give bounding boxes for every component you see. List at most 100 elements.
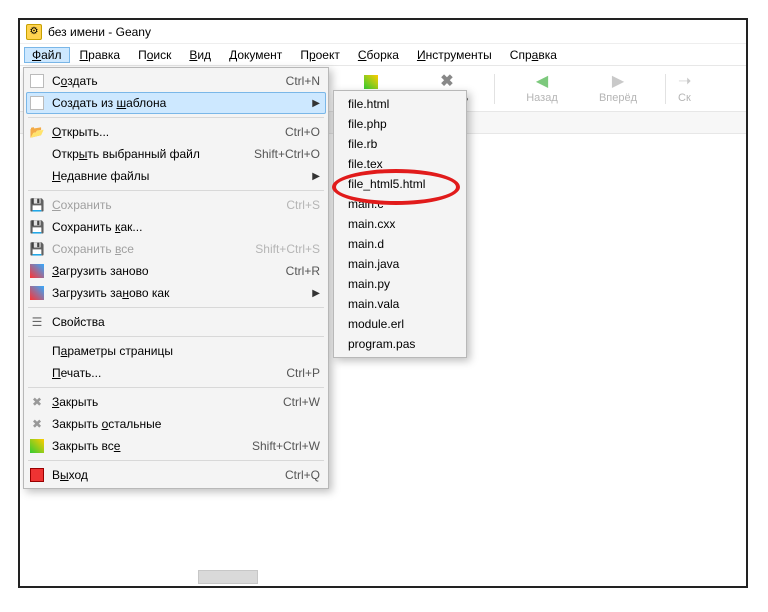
menu-item-label: Параметры страницы (52, 344, 320, 358)
toolbar-separator (494, 74, 495, 104)
new-file-icon (28, 95, 46, 111)
menu-item-недавние-файлы[interactable]: Недавние файлы▶ (26, 165, 326, 187)
reload-icon (28, 263, 46, 279)
menu-item-label: Сохранить как... (52, 220, 320, 234)
menu-item-label: Печать... (52, 366, 274, 380)
menu-инструменты[interactable]: Инструменты (409, 47, 500, 63)
menu-item-label: Сохранить все (52, 242, 243, 256)
menu-item-label: Закрыть (52, 395, 271, 409)
menu-item-открыть[interactable]: 📂Открыть...Ctrl+O (26, 121, 326, 143)
menu-shortcut: Ctrl+S (286, 198, 320, 212)
blank-icon (28, 146, 46, 162)
geany-window: ⚙ без имени - Geany ФайлПравкаПоискВидДо… (18, 18, 748, 588)
menu-item-закрыть[interactable]: ✖ Закрыть Ctrl+W (26, 391, 326, 413)
arrow-right-icon: ▶ (612, 74, 624, 90)
menu-item-label: Создать (52, 74, 274, 88)
save-icon: 💾 (28, 241, 46, 257)
menu-shortcut: Shift+Ctrl+S (255, 242, 320, 256)
menu-separator (28, 117, 324, 118)
menu-правка[interactable]: Правка (72, 47, 129, 63)
menu-item-label: Выход (52, 468, 273, 482)
menu-item-создать-из-шаблона[interactable]: Создать из шаблона▶ (26, 92, 326, 114)
unknown-icon (364, 75, 378, 89)
template-item-program-pas[interactable]: program.pas (336, 334, 464, 354)
blank-icon (28, 168, 46, 184)
reload-icon (28, 285, 46, 301)
menu-item-сохранить-все: 💾 Сохранить все Shift+Ctrl+S (26, 238, 326, 260)
template-item-main-c[interactable]: main.c (336, 194, 464, 214)
template-item-file-html[interactable]: file.html (336, 94, 464, 114)
menu-item-label: Создать из шаблона (52, 96, 304, 110)
menu-вид[interactable]: Вид (181, 47, 219, 63)
menu-item-параметры-страницы[interactable]: Параметры страницы (26, 340, 326, 362)
menu-документ[interactable]: Документ (221, 47, 290, 63)
template-item-file-php[interactable]: file.php (336, 114, 464, 134)
menu-item-печать[interactable]: Печать... Ctrl+P (26, 362, 326, 384)
menu-shortcut: Ctrl+O (285, 125, 320, 139)
new-file-icon (28, 73, 46, 89)
template-item-main-py[interactable]: main.py (336, 274, 464, 294)
toolbar-separator (665, 74, 666, 104)
menu-item-label: Закрыть все (52, 439, 240, 453)
save-icon: 💾 (28, 219, 46, 235)
menu-сборка[interactable]: Сборка (350, 47, 407, 63)
menu-справка[interactable]: Справка (502, 47, 565, 63)
template-item-module-erl[interactable]: module.erl (336, 314, 464, 334)
menu-item-создать[interactable]: Создать Ctrl+N (26, 70, 326, 92)
jump-icon: ➝ (678, 74, 691, 90)
template-item-file-tex[interactable]: file.tex (336, 154, 464, 174)
template-item-file_html5-html[interactable]: file_html5.html (336, 174, 464, 194)
menu-item-загрузить-заново-как[interactable]: Загрузить заново как ▶ (26, 282, 326, 304)
menu-item-сохранить-как[interactable]: 💾 Сохранить как... (26, 216, 326, 238)
menu-поиск[interactable]: Поиск (130, 47, 179, 63)
geany-app-icon: ⚙ (26, 24, 42, 40)
menu-separator (28, 460, 324, 461)
menubar: ФайлПравкаПоискВидДокументПроектСборкаИн… (20, 44, 746, 66)
menu-item-label: Свойства (52, 315, 320, 329)
menu-shortcut: Shift+Ctrl+W (252, 439, 320, 453)
back-button[interactable]: ◀ Назад (507, 68, 577, 110)
menu-item-label: Загрузить заново (52, 264, 274, 278)
close-icon: ✖ (28, 394, 46, 410)
menu-shortcut: Ctrl+Q (285, 468, 320, 482)
menu-separator (28, 336, 324, 337)
menu-item-открыть-выбранный-файл[interactable]: Открыть выбранный файл Shift+Ctrl+O (26, 143, 326, 165)
menu-item-выход[interactable]: Выход Ctrl+Q (26, 464, 326, 486)
template-item-main-vala[interactable]: main.vala (336, 294, 464, 314)
menu-item-закрыть-остальные[interactable]: ✖ Закрыть остальные (26, 413, 326, 435)
menu-shortcut: Ctrl+P (286, 366, 320, 380)
menu-shortcut: Shift+Ctrl+O (254, 147, 320, 161)
menu-item-label: Загрузить заново как (52, 286, 304, 300)
blank-icon (28, 365, 46, 381)
menu-файл[interactable]: Файл (24, 47, 70, 63)
menu-item-сохранить: 💾СохранитьCtrl+S (26, 194, 326, 216)
arrow-left-icon: ◀ (536, 74, 548, 90)
blank-icon (28, 343, 46, 359)
close-icon: ✖ (28, 416, 46, 432)
menu-проект[interactable]: Проект (292, 47, 348, 63)
menu-item-свойства[interactable]: ☰ Свойства (26, 311, 326, 333)
template-item-main-d[interactable]: main.d (336, 234, 464, 254)
titlebar: ⚙ без имени - Geany (20, 20, 746, 44)
menu-item-label: Открыть выбранный файл (52, 147, 242, 161)
menu-item-label: Закрыть остальные (52, 417, 320, 431)
horizontal-scrollbar-thumb[interactable] (198, 570, 258, 584)
template-item-file-rb[interactable]: file.rb (336, 134, 464, 154)
forward-button[interactable]: ▶ Вперёд (583, 68, 653, 110)
menu-separator (28, 307, 324, 308)
menu-separator (28, 190, 324, 191)
menu-item-label: Открыть... (52, 125, 273, 139)
jump-button-cut[interactable]: ➝ Ск (678, 68, 708, 110)
menu-item-загрузить-заново[interactable]: Загрузить заново Ctrl+R (26, 260, 326, 282)
properties-icon: ☰ (28, 314, 46, 330)
close-icon: ✖ (440, 74, 453, 90)
menu-shortcut: Ctrl+N (286, 74, 320, 88)
menu-shortcut: Ctrl+R (286, 264, 320, 278)
submenu-arrow-icon: ▶ (312, 288, 320, 299)
template-item-main-java[interactable]: main.java (336, 254, 464, 274)
menu-item-label: Недавние файлы (52, 169, 304, 183)
menu-item-закрыть-все[interactable]: Закрыть все Shift+Ctrl+W (26, 435, 326, 457)
template-item-main-cxx[interactable]: main.cxx (336, 214, 464, 234)
menu-item-label: Сохранить (52, 198, 274, 212)
menu-shortcut: Ctrl+W (283, 395, 320, 409)
